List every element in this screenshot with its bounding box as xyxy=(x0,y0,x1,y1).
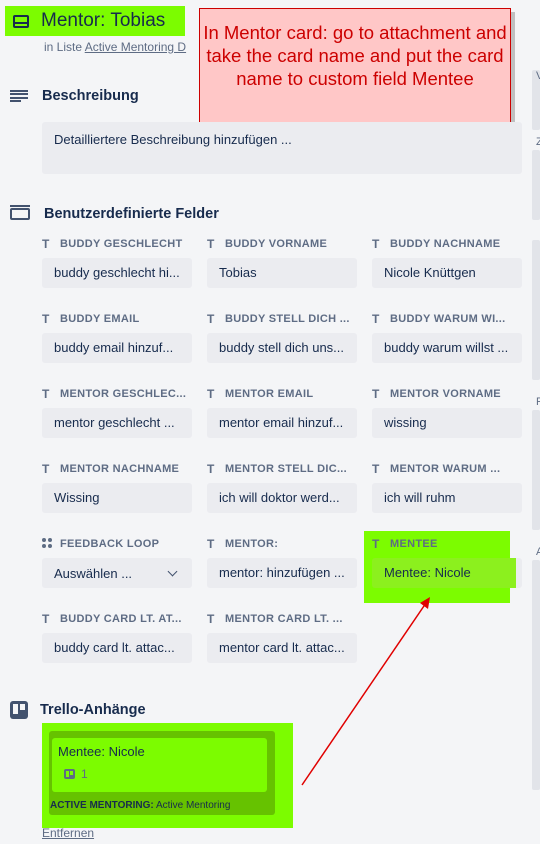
custom-fields-heading-label: Benutzerdefinierte Felder xyxy=(44,206,219,222)
text-type-icon: T xyxy=(207,537,215,551)
custom-field-feedback-loop: FEEDBACK LOOP Auswählen ... xyxy=(42,536,192,588)
chevron-down-icon xyxy=(167,566,178,576)
feedback-loop-select[interactable]: Auswählen ... xyxy=(42,558,192,588)
list-prefix: in Liste xyxy=(44,40,83,54)
sidebar-edge-letter: Z xyxy=(536,136,540,148)
field-input[interactable]: buddy geschlecht hi... xyxy=(42,258,192,288)
sidebar-edge xyxy=(532,150,540,220)
attachments-heading-label: Trello-Anhänge xyxy=(40,702,146,718)
custom-fields-heading: Benutzerdefinierte Felder xyxy=(10,205,219,222)
custom-field-mentor-warum: T MENTOR WARUM ... ich will ruhm xyxy=(372,461,522,513)
text-type-icon: T xyxy=(42,312,50,326)
custom-field-buddy-email: T BUDDY EMAIL buddy email hinzuf... xyxy=(42,311,192,363)
field-input[interactable]: buddy stell dich uns... xyxy=(207,333,357,363)
field-input[interactable]: Tobias xyxy=(207,258,357,288)
sidebar-edge xyxy=(532,240,540,380)
attachment-board-info: ACTIVE MENTORING: Active Mentoring xyxy=(50,800,230,811)
remove-attachment-link[interactable]: Entfernen xyxy=(42,826,94,840)
description-input[interactable]: Detailliertere Beschreibung hinzufügen .… xyxy=(42,122,522,174)
text-type-icon: T xyxy=(42,237,50,251)
list-info: in Liste Active Mentoring D xyxy=(44,40,214,54)
text-type-icon: T xyxy=(372,387,380,401)
field-input[interactable]: mentor email hinzuf... xyxy=(207,408,357,438)
custom-field-mentor-email: T MENTOR EMAIL mentor email hinzuf... xyxy=(207,386,357,438)
sidebar-edge-letter: P xyxy=(536,396,540,408)
card-icon xyxy=(13,14,29,28)
attachment-badge-count: 1 xyxy=(81,767,88,781)
card-title-highlight: Mentor: Tobias xyxy=(5,6,185,36)
attachment-board-value: Active Mentoring xyxy=(155,800,231,811)
custom-field-buddy-card: T BUDDY CARD LT. AT... buddy card lt. att… xyxy=(42,611,192,663)
attachment-card-name: Mentee: Nicole xyxy=(58,744,145,759)
field-input[interactable]: mentor: hinzufügen ... xyxy=(207,558,357,588)
board-badge-icon xyxy=(64,769,75,779)
description-heading-label: Beschreibung xyxy=(42,88,139,104)
field-input[interactable]: wissing xyxy=(372,408,522,438)
field-input[interactable]: buddy email hinzuf... xyxy=(42,333,192,363)
custom-field-mentor-geschlecht: T MENTOR GESCHLEC... mentor geschlecht ..… xyxy=(42,386,192,438)
text-type-icon: T xyxy=(207,312,215,326)
custom-field-mentor: T MENTOR: mentor: hinzufügen ... xyxy=(207,536,357,588)
custom-field-mentor-stell-dich: T MENTOR STELL DIC... ich will doktor wer… xyxy=(207,461,357,513)
custom-field-mentor-vorname: T MENTOR VORNAME wissing xyxy=(372,386,522,438)
field-input[interactable]: mentor geschlecht ... xyxy=(42,408,192,438)
attachment-badge: 1 xyxy=(58,767,261,781)
text-type-icon: T xyxy=(207,387,215,401)
select-value: Auswählen ... xyxy=(54,565,133,581)
field-input[interactable]: buddy card lt. attac... xyxy=(42,633,192,663)
text-type-icon: T xyxy=(207,237,215,251)
text-type-icon: T xyxy=(372,537,380,551)
sidebar-edge-letter: A xyxy=(536,546,540,558)
field-input[interactable]: buddy warum willst ... xyxy=(372,333,522,363)
card-title[interactable]: Mentor: Tobias xyxy=(41,10,165,32)
attachment-board-label: ACTIVE MENTORING: xyxy=(50,800,154,811)
field-input[interactable]: ich will ruhm xyxy=(372,483,522,513)
text-type-icon: T xyxy=(372,237,380,251)
attachments-heading: Trello-Anhänge xyxy=(10,701,146,719)
text-type-icon: T xyxy=(42,462,50,476)
text-type-icon: T xyxy=(207,462,215,476)
custom-field-buddy-warum: T BUDDY WARUM WI... buddy warum willst ..… xyxy=(372,311,522,363)
custom-field-buddy-geschlecht: T BUDDY GESCHLECHT buddy geschlecht hi... xyxy=(42,236,192,288)
text-type-icon: T xyxy=(42,612,50,626)
attachment-card-body[interactable]: Mentee: Nicole 1 xyxy=(52,738,267,792)
instruction-callout: In Mentor card: go to attachment and tak… xyxy=(199,8,511,129)
text-type-icon: T xyxy=(372,312,380,326)
description-icon xyxy=(10,89,28,103)
field-input[interactable]: Wissing xyxy=(42,483,192,513)
custom-field-buddy-stell-dich: T BUDDY STELL DICH ... buddy stell dich u… xyxy=(207,311,357,363)
dropdown-type-icon xyxy=(42,538,54,550)
field-input[interactable]: mentor card lt. attac... xyxy=(207,633,357,663)
custom-field-buddy-vorname: T BUDDY VORNAME Tobias xyxy=(207,236,357,288)
trello-board-icon xyxy=(10,701,28,719)
text-type-icon: T xyxy=(372,462,380,476)
custom-field-mentee: T MENTEE Mentee: Nicole xyxy=(372,536,522,588)
list-link[interactable]: Active Mentoring D xyxy=(85,40,186,54)
field-input[interactable]: ich will doktor werd... xyxy=(207,483,357,513)
field-input[interactable]: Nicole Knüttgen xyxy=(372,258,522,288)
text-type-icon: T xyxy=(42,387,50,401)
description-heading: Beschreibung xyxy=(10,88,139,104)
mentee-field-input[interactable]: Mentee: Nicole xyxy=(372,558,522,588)
custom-field-buddy-nachname: T BUDDY NACHNAME Nicole Knüttgen xyxy=(372,236,522,288)
sidebar-edge-letter: V xyxy=(536,70,540,82)
sidebar-edge xyxy=(532,560,540,790)
text-type-icon: T xyxy=(207,612,215,626)
sidebar-edge xyxy=(532,410,540,530)
custom-fields-icon xyxy=(10,205,30,220)
custom-field-mentor-nachname: T MENTOR NACHNAME Wissing xyxy=(42,461,192,513)
custom-field-mentor-card: T MENTOR CARD LT. ... mentor card lt. att… xyxy=(207,611,357,663)
